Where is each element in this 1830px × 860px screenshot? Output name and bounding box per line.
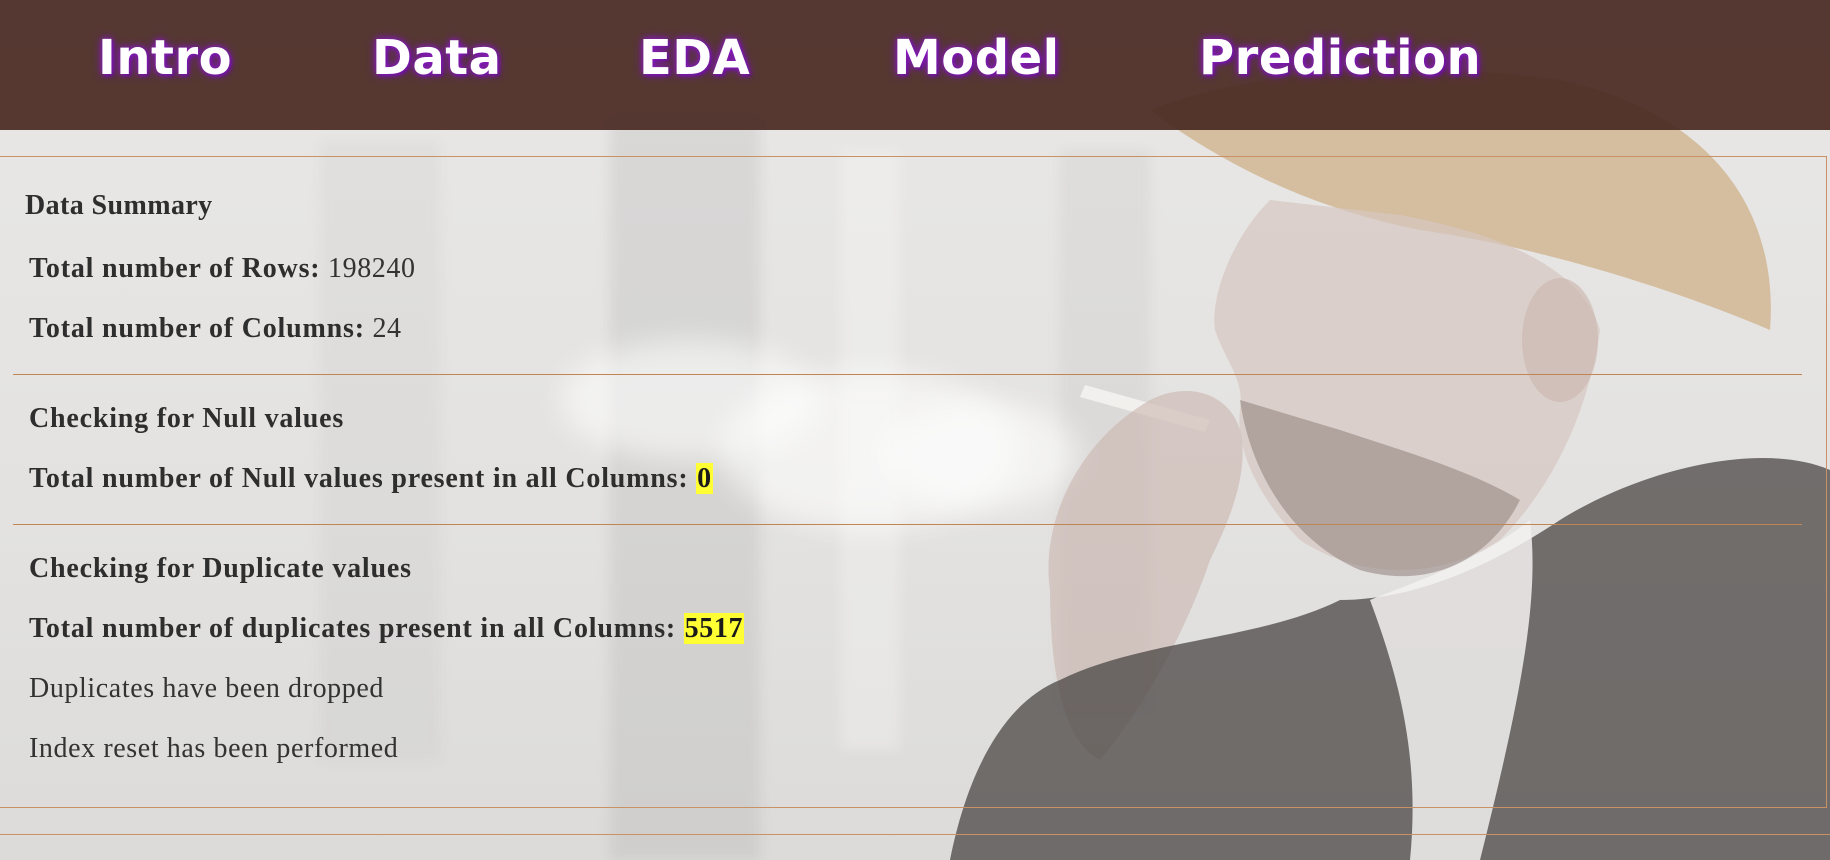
duplicate-count-line: Total number of duplicates present in al…	[29, 613, 745, 645]
duplicate-count-label: Total number of duplicates present in al…	[29, 613, 677, 644]
duplicate-check-heading-text: Checking for Duplicate values	[29, 553, 412, 584]
columns-count-line: Total number of Columns: 24	[29, 313, 402, 345]
null-check-heading: Checking for Null values	[29, 403, 344, 435]
section-divider	[13, 524, 1802, 525]
top-nav: Intro Data EDA Model Prediction	[0, 0, 1830, 130]
null-count-line: Total number of Null values present in a…	[29, 463, 713, 495]
nav-eda[interactable]: EDA	[639, 30, 750, 86]
null-count-value: 0	[696, 463, 713, 494]
duplicate-count-value: 5517	[683, 613, 745, 644]
nav-prediction[interactable]: Prediction	[1199, 30, 1481, 86]
duplicates-dropped-message: Duplicates have been dropped	[29, 673, 385, 704]
duplicate-check-heading: Checking for Duplicate values	[29, 553, 412, 585]
index-reset-message: Index reset has been performed	[29, 733, 399, 764]
null-check-heading-text: Checking for Null values	[29, 403, 345, 434]
rows-count-value: 198240	[328, 253, 416, 284]
data-summary-title: Data Summary	[25, 190, 213, 221]
section-divider	[13, 374, 1802, 375]
columns-count-label: Total number of Columns:	[29, 313, 365, 344]
nav-data[interactable]: Data	[372, 30, 502, 86]
footer-divider	[0, 834, 1830, 835]
rows-count-label: Total number of Rows:	[29, 253, 321, 284]
null-count-label: Total number of Null values present in a…	[29, 463, 689, 494]
rows-count-line: Total number of Rows: 198240	[29, 253, 416, 285]
nav-model[interactable]: Model	[893, 30, 1060, 86]
nav-intro[interactable]: Intro	[98, 30, 232, 86]
columns-count-value: 24	[372, 313, 402, 344]
